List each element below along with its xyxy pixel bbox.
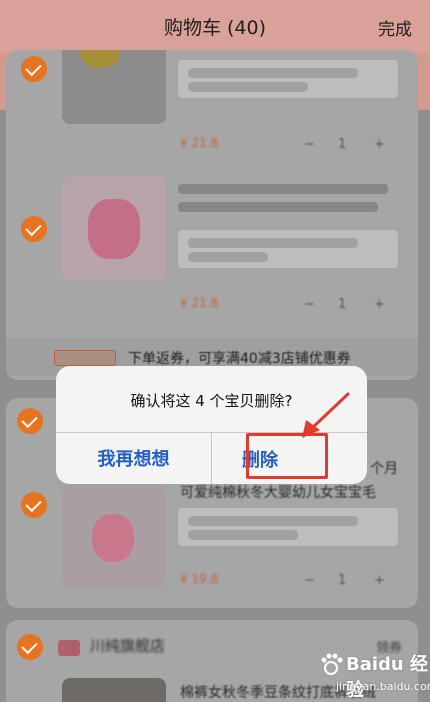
item-title-line	[178, 202, 378, 212]
product-image-detail	[88, 199, 140, 259]
quantity-stepper[interactable]: − 1 +	[298, 134, 390, 158]
minus-icon[interactable]: −	[304, 573, 315, 588]
sku-line	[188, 82, 308, 92]
sku-line	[188, 530, 298, 540]
annotation-arrow-icon	[302, 392, 350, 438]
item-checkbox[interactable]	[21, 492, 47, 518]
quantity-stepper[interactable]: − 1 +	[298, 570, 390, 594]
shop-checkbox[interactable]	[17, 634, 43, 660]
product-image[interactable]	[62, 177, 166, 281]
item-checkbox[interactable]	[21, 56, 47, 82]
product-image[interactable]	[62, 678, 166, 702]
sku-selector[interactable]	[178, 508, 398, 546]
item-price: ¥ 19.8	[180, 572, 219, 586]
product-image[interactable]	[62, 484, 166, 588]
promo-text: 下单返券，可享满40减3店铺优惠券	[128, 351, 351, 367]
item-title-line: 可爱纯棉秋冬大婴幼儿女宝宝毛	[180, 485, 376, 501]
item-price: ¥ 21.8	[180, 296, 219, 310]
product-image-detail	[80, 50, 120, 68]
product-image-detail	[92, 514, 134, 562]
quantity-value: 1	[338, 297, 347, 312]
shop-card: ¥ 21.8 − 1 + ¥ 21.8 − 1 + 下单返券，可享满40减3店铺…	[6, 50, 418, 380]
minus-icon[interactable]: −	[304, 297, 315, 312]
store-name[interactable]: 川纯旗舰店	[90, 635, 165, 656]
watermark-text: Baidu 经验	[346, 654, 429, 701]
store-icon	[58, 640, 80, 656]
paw-icon	[321, 653, 343, 675]
product-image[interactable]	[62, 50, 166, 124]
sku-line	[188, 252, 268, 262]
quantity-stepper[interactable]: − 1 +	[298, 294, 390, 318]
quantity-value: 1	[338, 573, 347, 588]
sku-line	[188, 68, 358, 78]
shop-checkbox[interactable]	[17, 408, 43, 434]
item-checkbox[interactable]	[21, 216, 47, 242]
sku-selector[interactable]	[178, 60, 398, 98]
minus-icon[interactable]: −	[304, 137, 315, 152]
plus-icon[interactable]: +	[374, 297, 385, 312]
done-button[interactable]: 完成	[378, 15, 412, 40]
item-title-fragment: 个月	[370, 461, 398, 477]
plus-icon[interactable]: +	[374, 573, 385, 588]
plus-icon[interactable]: +	[374, 137, 385, 152]
page-title: 购物车 (40)	[163, 17, 267, 39]
nav-header: 购物车 (40) 完成	[0, 0, 430, 52]
watermark-url: jingyan.baidu.com	[336, 680, 430, 693]
sku-selector[interactable]	[178, 230, 398, 268]
cancel-button[interactable]: 我再想想	[56, 432, 211, 484]
promo-badge	[54, 350, 116, 366]
item-price: ¥ 21.8	[180, 136, 219, 150]
quantity-value: 1	[338, 137, 347, 152]
item-title-line	[178, 184, 388, 194]
sku-line	[188, 238, 358, 248]
sku-line	[188, 516, 358, 526]
